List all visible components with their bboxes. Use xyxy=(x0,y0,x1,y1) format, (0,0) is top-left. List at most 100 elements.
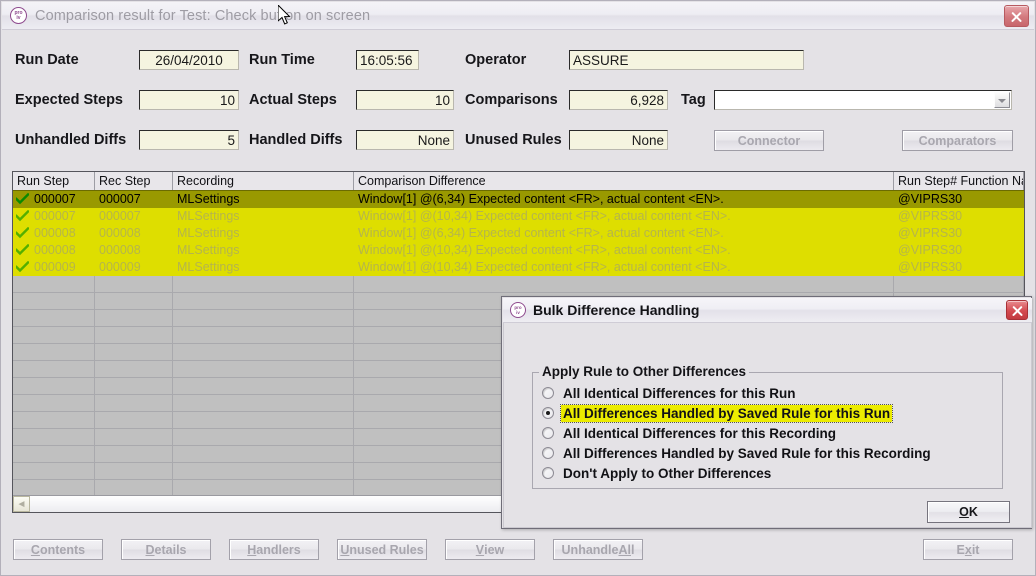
table-cell: Window[1] @(6,34) Expected content <FR>,… xyxy=(358,226,724,240)
radio-button-icon[interactable] xyxy=(542,467,554,479)
table-cell-empty xyxy=(95,412,173,429)
table-cell-empty xyxy=(173,361,354,378)
grid-column-header[interactable]: Recording xyxy=(173,172,354,190)
grid-column-header[interactable]: Run Step# Function Name xyxy=(894,172,1024,190)
handled-diffs-field[interactable]: None xyxy=(356,130,454,150)
tag-label: Tag xyxy=(681,92,706,108)
ok-button[interactable]: OK xyxy=(927,501,1010,523)
unused-rules-field[interactable]: None xyxy=(569,130,668,150)
table-cell: 000008 xyxy=(99,226,141,240)
radio-option-1[interactable]: All Identical Differences for this Run xyxy=(542,383,798,403)
table-cell: MLSettings xyxy=(177,192,240,206)
table-cell: Window[1] @(10,34) Expected content <FR>… xyxy=(358,243,731,257)
table-cell-empty xyxy=(13,463,95,480)
run-time-label: Run Time xyxy=(249,52,315,68)
radio-option-label: All Differences Handled by Saved Rule fo… xyxy=(559,403,894,423)
table-cell-empty xyxy=(95,463,173,480)
dialog-titlebar: pro iv Bulk Difference Handling xyxy=(503,298,1032,323)
chevron-down-icon[interactable] xyxy=(994,92,1010,108)
radio-option-3[interactable]: All Identical Differences for this Recor… xyxy=(542,423,838,443)
button-label-pre: Unhandle xyxy=(561,542,619,557)
expected-steps-label: Expected Steps xyxy=(15,92,123,108)
expected-steps-field[interactable]: 10 xyxy=(139,90,239,110)
radio-option-2[interactable]: All Differences Handled by Saved Rule fo… xyxy=(542,403,894,423)
table-cell-empty xyxy=(13,293,95,310)
table-row[interactable]: 000008 000008 MLSettings Window[1] @(6,34) … xyxy=(13,225,1024,242)
unused-rules-label: Unused Rules xyxy=(465,132,562,148)
table-cell-empty xyxy=(13,327,95,344)
tag-combobox[interactable] xyxy=(714,90,1012,110)
window-title: Comparison result for Test: Check button… xyxy=(35,8,371,24)
button-label-post: ontents xyxy=(39,542,86,557)
table-cell-empty xyxy=(13,310,95,327)
table-cell-empty xyxy=(173,327,354,344)
table-cell-empty xyxy=(173,463,354,480)
run-date-field[interactable]: 26/04/2010 xyxy=(139,50,239,70)
table-cell: MLSettings xyxy=(177,260,240,274)
dialog-close-icon[interactable] xyxy=(1006,300,1028,320)
comparisons-field[interactable]: 6,928 xyxy=(569,90,668,110)
radio-option-5[interactable]: Don't Apply to Other Differences xyxy=(542,463,773,483)
contents-button[interactable]: Contents xyxy=(13,539,103,560)
button-label-pre: E xyxy=(956,542,965,557)
unused-rules-button[interactable]: Unused Rules xyxy=(337,539,427,560)
table-cell-empty xyxy=(173,293,354,310)
grid-column-header[interactable]: Run Step xyxy=(13,172,95,190)
radio-option-4[interactable]: All Differences Handled by Saved Rule fo… xyxy=(542,443,933,463)
exit-button[interactable]: Ex it xyxy=(923,539,1013,560)
table-cell-empty xyxy=(13,395,95,412)
table-cell-empty xyxy=(354,276,894,293)
table-cell-empty xyxy=(173,395,354,412)
table-cell: MLSettings xyxy=(177,209,240,223)
table-cell-empty xyxy=(95,310,173,327)
comparisons-label: Comparisons xyxy=(465,92,558,108)
table-cell-empty xyxy=(13,429,95,446)
table-cell-empty xyxy=(173,344,354,361)
table-cell-empty xyxy=(173,276,354,293)
radio-button-icon[interactable] xyxy=(542,407,554,419)
radio-button-icon[interactable] xyxy=(542,447,554,459)
radio-option-label: All Differences Handled by Saved Rule fo… xyxy=(563,445,931,461)
grid-column-header[interactable]: Rec Step xyxy=(95,172,173,190)
radio-option-label: All Identical Differences for this Run xyxy=(563,385,796,401)
table-cell-empty xyxy=(13,361,95,378)
table-cell: MLSettings xyxy=(177,243,240,257)
table-cell-empty xyxy=(173,412,354,429)
view-button[interactable]: View xyxy=(445,539,535,560)
table-cell-empty xyxy=(13,344,95,361)
apply-rule-groupbox: Apply Rule to Other Differences All Iden… xyxy=(532,364,1003,489)
table-row[interactable]: 000007 000007 MLSettings Window[1] @(6,34) … xyxy=(13,191,1024,208)
table-row-empty[interactable] xyxy=(13,276,1024,293)
table-row[interactable]: 000007 000007 MLSettings Window[1] @(10,34)… xyxy=(13,208,1024,225)
table-cell-empty xyxy=(95,327,173,344)
table-cell: 000007 xyxy=(34,209,76,223)
radio-button-icon[interactable] xyxy=(542,387,554,399)
unhandle-all-button[interactable]: Unhandle Al l xyxy=(553,539,643,560)
radio-option-label: Don't Apply to Other Differences xyxy=(563,465,772,481)
actual-steps-label: Actual Steps xyxy=(249,92,337,108)
radio-button-icon[interactable] xyxy=(542,427,554,439)
details-button[interactable]: Details xyxy=(121,539,211,560)
run-time-field[interactable]: 16:05:56 xyxy=(356,50,419,70)
table-cell: Window[1] @(10,34) Expected content <FR>… xyxy=(358,260,731,274)
proiv-logo-icon: pro iv xyxy=(510,302,526,318)
table-cell: @VIPRS30 xyxy=(898,260,963,274)
grid-column-header[interactable]: Comparison Difference xyxy=(354,172,894,190)
table-cell-empty xyxy=(894,276,1024,293)
table-cell: @VIPRS30 xyxy=(898,243,963,257)
close-icon[interactable] xyxy=(1004,5,1029,27)
table-cell: @VIPRS30 xyxy=(898,226,963,240)
table-cell: 000009 xyxy=(99,260,141,274)
table-cell-empty xyxy=(13,446,95,463)
connector-button[interactable]: Connector xyxy=(714,130,824,151)
comparators-button[interactable]: Comparators xyxy=(902,130,1013,151)
table-cell: Window[1] @(6,34) Expected content <FR>,… xyxy=(358,192,724,206)
actual-steps-field[interactable]: 10 xyxy=(356,90,454,110)
table-cell: 000008 xyxy=(99,243,141,257)
handlers-button[interactable]: Handlers xyxy=(229,539,319,560)
table-row[interactable]: 000009 000009 MLSettings Window[1] @(10,34)… xyxy=(13,259,1024,276)
scroll-left-arrow-icon[interactable]: ◄ xyxy=(13,496,30,512)
table-row[interactable]: 000008 000008 MLSettings Window[1] @(10,34)… xyxy=(13,242,1024,259)
unhandled-diffs-field[interactable]: 5 xyxy=(139,130,239,150)
operator-field[interactable]: ASSURE xyxy=(569,50,804,70)
